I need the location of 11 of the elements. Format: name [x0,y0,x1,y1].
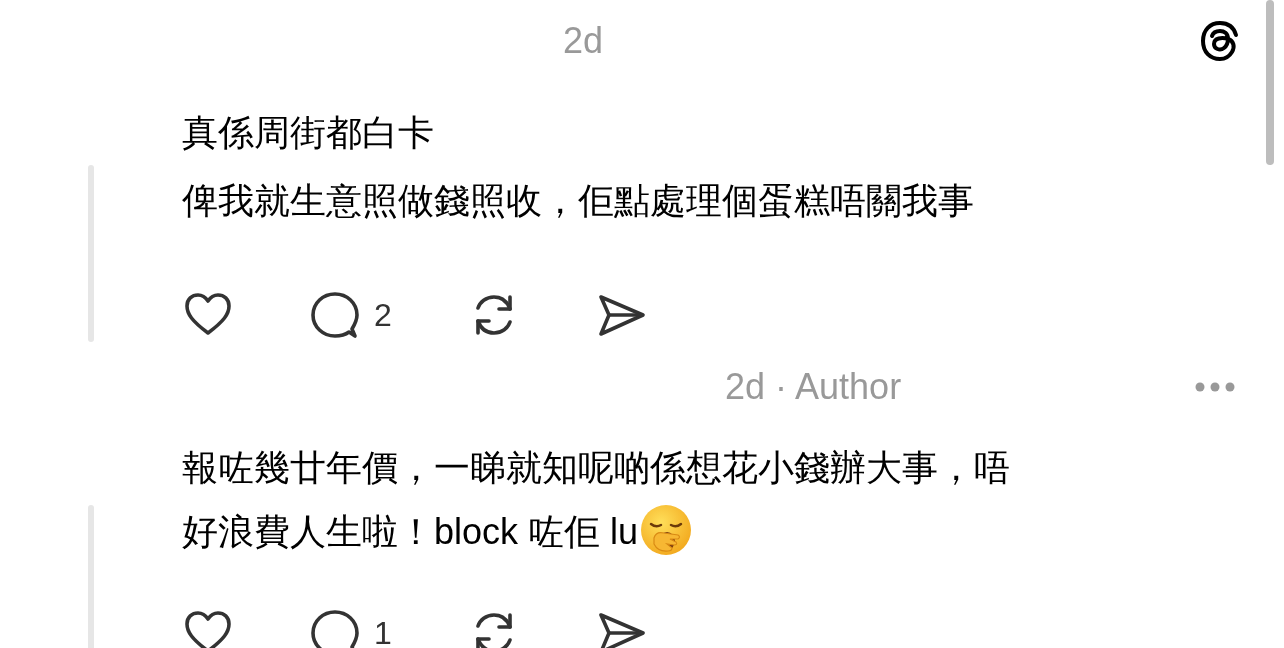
timestamp: 2d [563,19,604,62]
comment-text: 報咗幾廿年價，一睇就知呢啲係想花小錢辦大事，唔 [182,446,1010,488]
timestamp: 2d · Author [725,366,902,408]
reply-icon[interactable] [308,607,360,648]
more-icon[interactable] [1195,382,1235,392]
comment-text: 真係周街都白卡 [182,111,434,153]
comment-text: 俾我就生意照做錢照收，佢點處理個蛋糕唔關我事 [182,179,974,221]
reply-count: 1 [374,614,392,648]
scrollbar[interactable] [1266,0,1274,165]
reply-count: 2 [374,296,392,334]
comment-text: 好浪費人生啦！block 咗佢 lu [182,510,639,552]
